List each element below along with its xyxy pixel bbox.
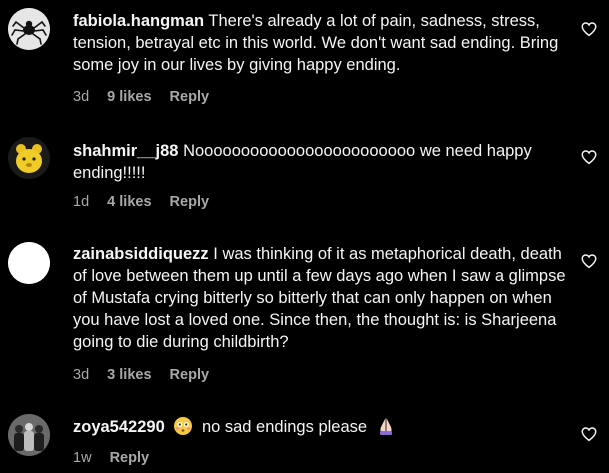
flushed-face-icon bbox=[174, 417, 193, 435]
heart-icon[interactable] bbox=[580, 252, 598, 270]
comment-time: 1d bbox=[73, 194, 90, 210]
comment-text: no sad endings please bbox=[201, 418, 368, 436]
heart-icon[interactable] bbox=[580, 20, 598, 38]
comment-time: 3d bbox=[73, 89, 90, 105]
comment-body: zoya542290 no sad endings please bbox=[73, 416, 513, 438]
comment-time: 1w bbox=[73, 450, 92, 466]
comment-meta: 1d 4 likes Reply bbox=[73, 194, 223, 210]
reply-button[interactable]: Reply bbox=[170, 367, 210, 383]
comment-likes[interactable]: 3 likes bbox=[107, 367, 151, 383]
comment-meta: 3d 3 likes Reply bbox=[73, 367, 223, 383]
avatar[interactable] bbox=[8, 414, 50, 456]
avatar[interactable] bbox=[8, 137, 50, 179]
comment-meta: 1w Reply bbox=[73, 450, 163, 466]
comment-username[interactable]: fabiola.hangman bbox=[73, 12, 204, 30]
reply-button[interactable]: Reply bbox=[170, 194, 210, 210]
comment-likes[interactable]: 4 likes bbox=[107, 194, 151, 210]
comment-username[interactable]: shahmir__j88 bbox=[73, 142, 178, 160]
comment-username[interactable]: zoya542290 bbox=[73, 418, 165, 436]
spider-icon bbox=[8, 8, 50, 50]
comment-body: shahmir__j88 Noooooooooooooooooooooooo w… bbox=[73, 140, 573, 184]
comment-time: 3d bbox=[73, 367, 90, 383]
comment-body: fabiola.hangman There's already a lot of… bbox=[73, 10, 573, 76]
group-photo-icon bbox=[8, 414, 50, 456]
avatar[interactable] bbox=[8, 242, 50, 284]
avatar[interactable] bbox=[8, 8, 50, 50]
reply-button[interactable]: Reply bbox=[110, 450, 150, 466]
reply-button[interactable]: Reply bbox=[170, 89, 210, 105]
heart-icon[interactable] bbox=[580, 425, 598, 443]
heart-icon[interactable] bbox=[580, 148, 598, 166]
comment-body: zainabsiddiquezz I was thinking of it as… bbox=[73, 243, 573, 353]
pleading-hands-icon bbox=[379, 418, 392, 435]
blank-avatar-icon bbox=[8, 242, 50, 284]
yellow-bear-icon bbox=[8, 137, 50, 179]
comment-username[interactable]: zainabsiddiquezz bbox=[73, 245, 209, 263]
comment-meta: 3d 9 likes Reply bbox=[73, 89, 223, 105]
comment-likes[interactable]: 9 likes bbox=[107, 89, 151, 105]
